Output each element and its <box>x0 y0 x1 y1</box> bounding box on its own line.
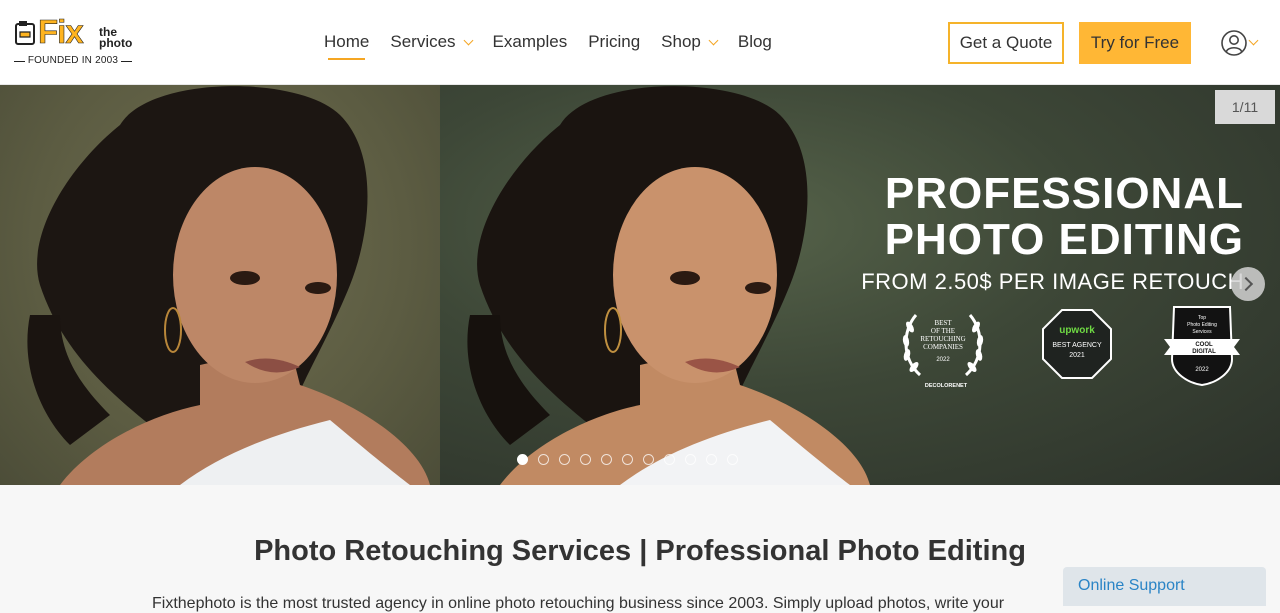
slider-dot[interactable] <box>517 454 528 465</box>
chevron-down-icon <box>463 35 473 45</box>
slider-dot[interactable] <box>538 454 549 465</box>
logo-founded: FOUNDED IN 2003 <box>14 55 132 66</box>
nav-item-examples[interactable]: Examples <box>493 30 568 54</box>
next-slide-button[interactable] <box>1231 267 1265 301</box>
badge3-line1: Top <box>1198 315 1206 321</box>
before-photo <box>0 85 440 485</box>
try-free-button[interactable]: Try for Free <box>1079 22 1191 64</box>
badge1-line1: BEST <box>934 319 952 327</box>
portrait-before-image <box>27 86 430 485</box>
chevron-down-icon <box>1248 35 1259 46</box>
nav-item-pricing[interactable]: Pricing <box>588 30 640 54</box>
badge3-brand2: DIGITAL <box>1192 349 1216 355</box>
hero-headline: PROFESSIONAL PHOTO EDITING FROM 2.50$ PE… <box>861 171 1244 295</box>
badge1-brand: DECOLORENET <box>925 383 968 389</box>
chevron-down-icon <box>708 35 719 45</box>
site-header: Fix the photo FOUNDED IN 2003 Home Servi… <box>0 0 1280 85</box>
nav-item-blog[interactable]: Blog <box>738 30 772 54</box>
cool-digital-award-badge: Top Photo Editing Services COOL DIGITAL … <box>1164 306 1240 387</box>
logo-wordmark: Fix <box>38 13 84 50</box>
nav-item-label: Pricing <box>588 32 641 51</box>
slide-counter: 1/11 <box>1215 90 1275 124</box>
badge1-line2: OF THE <box>931 327 955 335</box>
slider-dot[interactable] <box>580 454 591 465</box>
headline-line-2: PHOTO EDITING <box>884 215 1244 264</box>
badge1-line3: RETOUCHING <box>920 335 965 343</box>
upwork-award-badge: upwork BEST AGENCY 2021 <box>1042 309 1112 379</box>
award-badges: BEST OF THE RETOUCHING COMPANIES 2022 DE… <box>896 301 1256 391</box>
online-support-button[interactable]: Online Support <box>1063 567 1266 606</box>
laurel-award-badge: BEST OF THE RETOUCHING COMPANIES 2022 DE… <box>902 314 984 389</box>
slider-dot[interactable] <box>706 454 717 465</box>
hero-slider: 1/11 PROFESSIONAL PHOTO EDITING FROM 2.5… <box>0 85 1280 485</box>
slider-dot[interactable] <box>727 454 738 465</box>
camera-logo-icon <box>15 21 35 45</box>
badge3-line3: Services <box>1192 329 1212 335</box>
slider-dot[interactable] <box>664 454 675 465</box>
nav-item-label: Shop <box>661 32 701 51</box>
badge3-year: 2022 <box>1195 367 1209 373</box>
slider-dot[interactable] <box>559 454 570 465</box>
get-quote-button[interactable]: Get a Quote <box>948 22 1064 64</box>
nav-item-label: Examples <box>492 32 568 51</box>
intro-paragraph: Fixthephoto is the most trusted agency i… <box>152 595 1005 612</box>
badge3-brand1: COOL <box>1195 342 1213 348</box>
user-avatar-icon <box>1221 30 1247 56</box>
slider-dot[interactable] <box>643 454 654 465</box>
nav-item-label: Blog <box>737 32 772 51</box>
logo-photo: photo <box>99 36 133 50</box>
badge2-year: 2021 <box>1069 352 1085 359</box>
slider-dot[interactable] <box>685 454 696 465</box>
page-title: Photo Retouching Services | Professional… <box>254 535 1026 567</box>
headline-line-1: PROFESSIONAL <box>884 169 1244 218</box>
badge1-year: 2022 <box>936 357 950 363</box>
badge1-line4: COMPANIES <box>923 343 963 351</box>
nav-item-label: Home <box>324 32 370 51</box>
badge3-line2: Photo Editing <box>1187 322 1217 328</box>
slider-dot[interactable] <box>601 454 612 465</box>
portrait-after-image <box>467 86 870 485</box>
badge2-brand: upwork <box>1059 325 1095 336</box>
slider-pagination <box>517 454 738 465</box>
logo[interactable]: Fix the photo FOUNDED IN 2003 <box>14 13 134 70</box>
main-nav: Home Services Examples Pricing Shop Blog <box>324 30 793 60</box>
nav-item-shop[interactable]: Shop <box>661 30 719 54</box>
nav-item-services[interactable]: Services <box>390 30 473 54</box>
slider-dot[interactable] <box>622 454 633 465</box>
nav-item-label: Services <box>390 32 456 51</box>
user-menu[interactable] <box>1220 29 1262 57</box>
headline-subline: FROM 2.50$ PER IMAGE RETOUCH <box>861 269 1244 294</box>
badge2-line1: BEST AGENCY <box>1052 342 1102 349</box>
nav-item-home[interactable]: Home <box>324 30 370 60</box>
